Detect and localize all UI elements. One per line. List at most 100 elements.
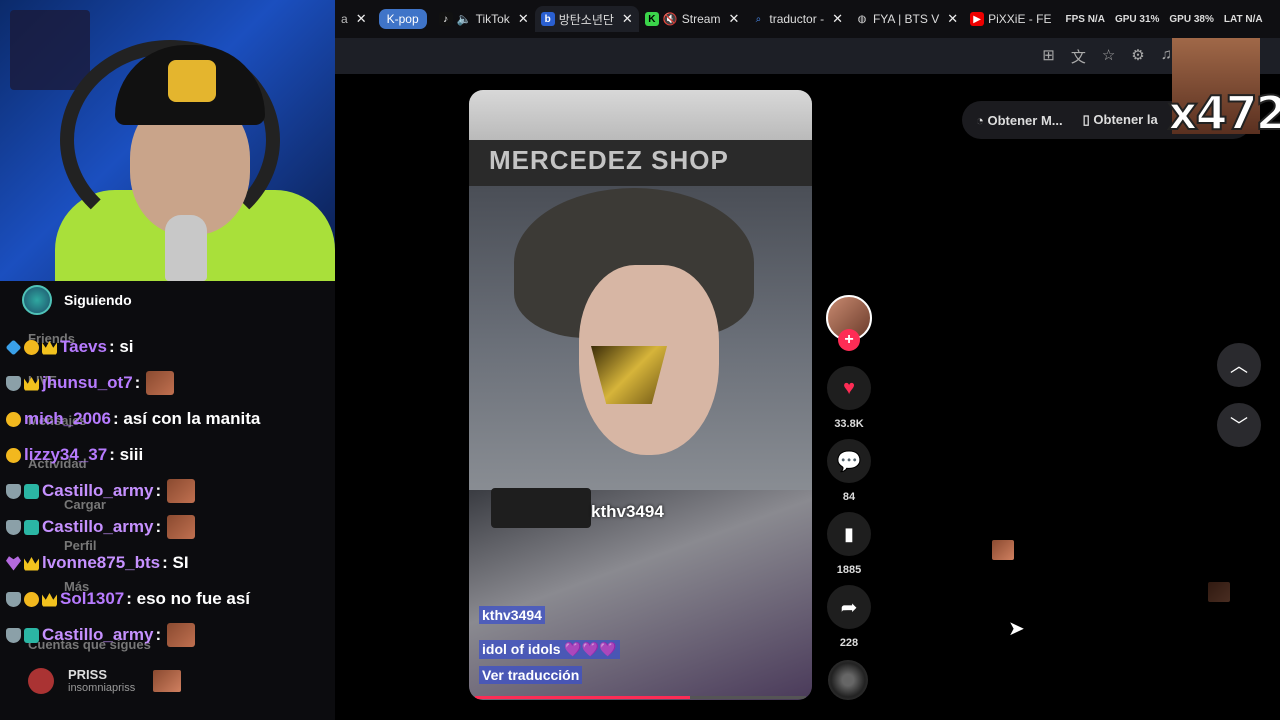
chat-message: Castillo_army : (6, 515, 196, 539)
shield-badge-icon (6, 627, 21, 643)
emote-icon (146, 371, 175, 395)
mouse-cursor-icon: ➤ (1008, 618, 1025, 640)
chevron-up-icon: ︿ (1230, 356, 1248, 376)
tab-pixxie[interactable]: ▶ PiXXiE - FE (964, 6, 1057, 32)
chat-username[interactable]: lvonne875_bts (42, 553, 160, 573)
like-action[interactable]: ♥ 33.8K (826, 366, 872, 430)
chat-message: jhunsu_ot7 : (6, 371, 175, 395)
next-video-button[interactable]: ﹀ (1217, 403, 1261, 447)
tab-tiktok[interactable]: ♪ 🔈 TikTok ✕ (433, 6, 535, 32)
tiktok-icon: ◔ (976, 112, 984, 128)
chat-text: : (155, 481, 162, 500)
emote-icon (167, 515, 196, 539)
comment-count: 84 (842, 491, 856, 503)
speaker-icon[interactable]: 🔈 (457, 12, 472, 26)
mute-icon[interactable]: 🔇 (663, 12, 678, 26)
stream-chat: Siguiendo Friends LIVE Mensajes Activida… (0, 281, 335, 720)
chat-message: Castillo_army : (6, 479, 196, 503)
close-icon[interactable]: ✕ (356, 11, 367, 27)
tab-partial[interactable]: a ✕ (335, 6, 373, 32)
video-progress-bar[interactable] (475, 696, 806, 699)
save-action[interactable]: ▮ 1885 (826, 512, 872, 576)
emoji-badge-icon (6, 447, 21, 463)
chat-username[interactable]: Taevs (60, 337, 107, 357)
search-icon: ⌕ (755, 13, 762, 25)
chat-username[interactable]: mich_2006 (24, 409, 111, 429)
emote-icon (167, 623, 196, 647)
chat-username[interactable]: lizzy34_37 (24, 445, 107, 465)
get-mobile-button[interactable]: ▯ Obtener la (1083, 112, 1158, 128)
get-app-button[interactable]: ◔ Obtener M... (976, 113, 1063, 128)
following-avatar (22, 285, 52, 315)
extensions-icon[interactable]: ⚙ (1131, 46, 1144, 67)
tab-traductor[interactable]: ⌕ traductor - ✕ (745, 6, 849, 32)
close-icon[interactable]: ✕ (947, 11, 958, 27)
heart-icon[interactable]: ♥ (827, 366, 871, 410)
translate-icon[interactable]: 文 (1071, 46, 1086, 67)
close-icon[interactable]: ✕ (832, 11, 843, 27)
browser-tab-bar: a ✕ K-pop ♪ 🔈 TikTok ✕ b 방탄소년단 ✕ K 🔇 Stream ✕ ⌕ tr… (335, 0, 1280, 38)
video-player[interactable]: MERCEDEZ SHOP kthv3494 kthv3494 idol of … (469, 90, 812, 700)
close-icon[interactable]: ✕ (622, 11, 633, 27)
close-icon[interactable]: ✕ (518, 11, 529, 27)
chat-text: : si (108, 337, 134, 356)
sub-badge-icon (5, 339, 22, 355)
share-action[interactable]: ➦ 228 (826, 585, 872, 649)
chat-text: : (134, 373, 141, 392)
avatar (28, 667, 54, 694)
chat-message: mich_2006 : así con la manita (6, 407, 260, 431)
share-arrow-icon[interactable]: ➦ (827, 585, 871, 629)
emoji-badge-icon (6, 411, 21, 427)
kick-icon: K (644, 12, 659, 26)
bts-icon: b (540, 12, 555, 26)
chat-username[interactable]: jhunsu_ot7 (42, 373, 133, 393)
like-count: 33.8K (834, 418, 864, 430)
video-author[interactable]: kthv3494 (479, 606, 545, 624)
share-count: 228 (839, 637, 859, 649)
chat-message: Taevs : si (5, 335, 134, 359)
tab-group-kpop[interactable]: K-pop (378, 9, 427, 29)
shield-badge-icon (6, 519, 21, 535)
favorite-star-icon[interactable]: ☆ (1102, 46, 1115, 67)
sidebar-item-following[interactable]: Siguiendo (22, 285, 132, 315)
media-icon[interactable]: ♫ (1161, 46, 1172, 67)
tab-stream[interactable]: K 🔇 Stream ✕ (639, 6, 746, 32)
shield-badge-icon (6, 483, 21, 499)
gg-badge-icon (24, 483, 39, 499)
streamer-webcam (0, 0, 335, 281)
chat-username[interactable]: Castillo_army (42, 481, 154, 501)
stream-screen: a ✕ K-pop ♪ 🔈 TikTok ✕ b 방탄소년단 ✕ K 🔇 Stream ✕ ⌕ tr… (0, 0, 1280, 720)
chat-message: lvonne875_bts : SI (6, 551, 189, 575)
performance-stats: FPS N/A GPU 31% GPU 38% LAT N/A (1065, 13, 1263, 25)
previous-video-button[interactable]: ︿ (1217, 343, 1261, 387)
chat-text: : SI (162, 553, 189, 572)
save-count: 1885 (836, 564, 862, 576)
tab-fya[interactable]: ◍ FYA | BTS V ✕ (849, 6, 964, 32)
bookmark-icon[interactable]: ▮ (827, 512, 871, 556)
comment-icon[interactable]: 💬 (827, 439, 871, 483)
gg-badge-icon (24, 627, 39, 643)
shield-badge-icon (6, 591, 21, 607)
tab-bts[interactable]: b 방탄소년단 ✕ (534, 6, 639, 32)
chat-username[interactable]: Castillo_army (42, 625, 154, 645)
stage-sign: MERCEDEZ SHOP (489, 145, 729, 175)
chat-username[interactable]: Sol1307 (60, 589, 124, 609)
chat-text: : (155, 625, 162, 644)
chat-text: : (155, 517, 162, 536)
chat-message: lizzy34_37 : siii (6, 443, 143, 467)
browser-toolbar: ⊞ 文 ☆ ⚙ ♫ (335, 38, 1280, 74)
shield-badge-icon (6, 375, 21, 391)
apps-icon[interactable]: ⊞ (1042, 46, 1055, 67)
chat-username[interactable]: Castillo_army (42, 517, 154, 537)
chat-message: Castillo_army : (6, 623, 196, 647)
video-description: idol of idols 💜💜💜 (479, 640, 620, 659)
sidebar-account-priss[interactable]: PRISS insomniapriss (28, 667, 182, 694)
close-icon[interactable]: ✕ (728, 11, 739, 27)
follow-plus-icon[interactable]: + (838, 329, 860, 351)
globe-icon: ◍ (857, 13, 867, 25)
comment-action[interactable]: 💬 84 (826, 439, 872, 503)
video-overlay-handle: kthv3494 (591, 502, 664, 521)
music-disc-icon[interactable] (828, 660, 868, 700)
translate-link[interactable]: Ver traducción (479, 666, 583, 684)
heart-badge-icon (6, 556, 21, 571)
